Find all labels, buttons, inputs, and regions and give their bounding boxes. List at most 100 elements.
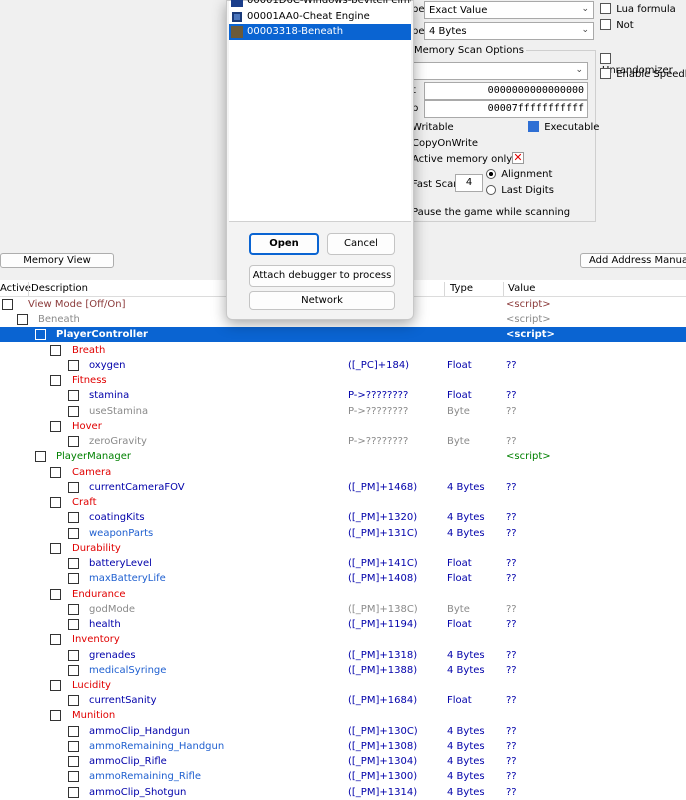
row-value[interactable]: ?? <box>506 617 517 632</box>
table-row[interactable]: Craft <box>0 495 686 510</box>
active-checkbox[interactable] <box>68 603 79 615</box>
active-checkbox[interactable] <box>68 786 79 798</box>
checkbox-box[interactable] <box>600 3 611 14</box>
table-row[interactable]: ammoClip_Shotgun ([_PM]+1314) 4 Bytes?? <box>0 785 686 800</box>
row-value[interactable]: ?? <box>506 480 517 495</box>
checkbox-box[interactable] <box>600 19 611 30</box>
table-row[interactable]: zeroGravity P->???????? Byte?? <box>0 434 686 449</box>
not-checkbox[interactable]: Not <box>600 19 634 33</box>
active-checkbox[interactable] <box>68 664 79 676</box>
table-row[interactable]: medicalSyringe ([_PM]+1388) 4 Bytes?? <box>0 663 686 678</box>
close-icon[interactable]: ✕ <box>512 152 524 164</box>
active-checkbox[interactable] <box>68 740 79 752</box>
row-value[interactable]: ?? <box>506 602 517 617</box>
row-value[interactable]: ?? <box>506 754 517 769</box>
active-checkbox[interactable] <box>50 375 61 387</box>
active-checkbox[interactable] <box>68 359 79 371</box>
active-checkbox[interactable] <box>50 710 61 722</box>
table-row[interactable]: currentCameraFOV ([_PM]+1468) 4 Bytes?? <box>0 480 686 495</box>
active-checkbox[interactable] <box>50 466 61 478</box>
memory-view-button[interactable]: Memory View <box>0 253 114 268</box>
row-value[interactable]: ?? <box>506 785 517 800</box>
row-value[interactable]: ?? <box>506 663 517 678</box>
table-row[interactable]: PlayerManager <script> <box>0 449 686 464</box>
row-value[interactable]: ?? <box>506 358 517 373</box>
active-checkbox[interactable] <box>68 771 79 783</box>
active-checkbox[interactable] <box>50 634 61 646</box>
table-row[interactable]: Munition <box>0 708 686 723</box>
row-value[interactable]: ?? <box>506 434 517 449</box>
fast-scan-label[interactable]: Fast Scan <box>412 179 460 190</box>
row-value[interactable]: ?? <box>506 648 517 663</box>
table-row[interactable]: maxBatteryLife ([_PM]+1408) Float?? <box>0 571 686 586</box>
table-row[interactable]: oxygen ([_PC]+184) Float?? <box>0 358 686 373</box>
table-row[interactable]: godMode ([_PM]+138C) Byte?? <box>0 602 686 617</box>
table-row[interactable]: ammoClip_Handgun ([_PM]+130C) 4 Bytes?? <box>0 724 686 739</box>
row-value[interactable]: <script> <box>506 297 551 312</box>
executable-checkbox[interactable]: Executable <box>528 121 599 135</box>
active-checkbox[interactable] <box>68 405 79 417</box>
active-checkbox[interactable] <box>68 725 79 737</box>
lua-formula-checkbox[interactable]: Lua formula <box>600 3 676 17</box>
table-row[interactable]: grenades ([_PM]+1318) 4 Bytes?? <box>0 648 686 663</box>
active-checkbox[interactable] <box>68 756 79 768</box>
process-item[interactable]: 00001AA0-Cheat Engine <box>229 9 411 25</box>
row-value[interactable]: ?? <box>506 693 517 708</box>
pause-label[interactable]: Pause the game while scanning <box>412 207 570 218</box>
active-checkbox[interactable] <box>68 619 79 631</box>
last-digits-radio[interactable]: Last Digits <box>486 185 554 198</box>
writable-label[interactable]: Writable <box>412 122 454 133</box>
active-checkbox[interactable] <box>68 558 79 570</box>
table-row[interactable]: ammoRemaining_Rifle ([_PM]+1300) 4 Bytes?? <box>0 769 686 784</box>
checkbox-box[interactable] <box>600 53 611 64</box>
column-separator[interactable] <box>444 282 445 296</box>
column-active[interactable]: Active <box>0 282 31 296</box>
active-checkbox[interactable] <box>68 695 79 707</box>
attach-debugger-button[interactable]: Attach debugger to process <box>249 265 395 287</box>
row-value[interactable]: ?? <box>506 510 517 525</box>
row-value[interactable]: ?? <box>506 724 517 739</box>
column-separator[interactable] <box>28 282 29 296</box>
row-value[interactable]: ?? <box>506 388 517 403</box>
open-button[interactable]: Open <box>249 233 319 255</box>
row-value[interactable]: <script> <box>506 312 551 327</box>
table-row[interactable]: weaponParts ([_PM]+131C) 4 Bytes?? <box>0 526 686 541</box>
checkbox-partial-icon[interactable] <box>528 121 539 132</box>
active-checkbox[interactable] <box>68 436 79 448</box>
active-checkbox[interactable] <box>50 497 61 509</box>
stop-address-input[interactable]: 00007fffffffffff <box>424 100 588 118</box>
active-memory-only-label[interactable]: Active memory only <box>412 154 512 165</box>
radio-selected-icon[interactable] <box>486 169 496 179</box>
table-row[interactable]: ammoClip_Rifle ([_PM]+1304) 4 Bytes?? <box>0 754 686 769</box>
row-value[interactable]: ?? <box>506 769 517 784</box>
active-checkbox[interactable] <box>35 451 46 463</box>
active-checkbox[interactable] <box>68 512 79 524</box>
active-checkbox[interactable] <box>17 314 28 326</box>
row-value[interactable]: ?? <box>506 571 517 586</box>
table-row[interactable]: Endurance <box>0 587 686 602</box>
active-checkbox[interactable] <box>68 573 79 585</box>
checkbox-box[interactable] <box>600 68 611 79</box>
table-row[interactable]: Lucidity <box>0 678 686 693</box>
column-type[interactable]: Type <box>450 282 473 296</box>
alignment-radio[interactable]: Alignment <box>486 169 552 182</box>
column-value[interactable]: Value <box>508 282 535 296</box>
row-value[interactable]: ?? <box>506 404 517 419</box>
active-checkbox[interactable] <box>50 542 61 554</box>
row-value[interactable]: <script> <box>506 327 555 342</box>
table-row[interactable]: Hover <box>0 419 686 434</box>
active-checkbox[interactable] <box>68 390 79 402</box>
table-row[interactable]: coatingKits ([_PM]+1320) 4 Bytes?? <box>0 510 686 525</box>
copy-on-write-label[interactable]: CopyOnWrite <box>412 138 478 149</box>
table-row[interactable]: useStamina P->???????? Byte?? <box>0 404 686 419</box>
process-item[interactable]: 00001D6C-Windows-beviteli élmény <box>229 0 411 9</box>
table-row[interactable]: Camera <box>0 465 686 480</box>
value-type-dropdown[interactable]: 4 Bytes ⌄ <box>424 22 594 40</box>
active-checkbox[interactable] <box>68 527 79 539</box>
row-value[interactable]: <script> <box>506 449 551 464</box>
active-checkbox[interactable] <box>35 329 46 341</box>
active-checkbox[interactable] <box>50 588 61 600</box>
column-description[interactable]: Description <box>31 282 88 296</box>
table-row[interactable]: Fitness <box>0 373 686 388</box>
start-address-input[interactable]: 0000000000000000 <box>424 82 588 100</box>
